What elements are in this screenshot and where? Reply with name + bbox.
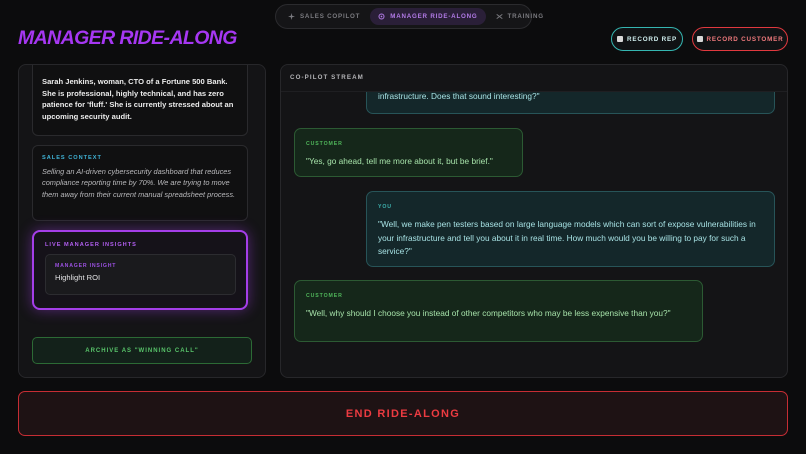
message-text: "Well, why should I choose you instead o… (306, 308, 671, 319)
copilot-stream-panel[interactable]: CO-PILOT STREAM infrastructure. Does tha… (280, 64, 788, 378)
persona-text: Sarah Jenkins, woman, CTO of a Fortune 5… (42, 77, 234, 121)
sales-context-text: Selling an AI-driven cybersecurity dashb… (42, 167, 236, 199)
mode-switcher: SALES COPILOT MANAGER RIDE-ALONG TRAININ… (275, 4, 543, 29)
live-insights-label: LIVE MANAGER INSIGHTS (45, 242, 137, 248)
tab-label: SALES COPILOT (300, 13, 361, 20)
tab-manager-ride-along[interactable]: MANAGER RIDE-ALONG (370, 8, 486, 25)
message-bubble-customer: CUSTOMER "Yes, go ahead, tell me more ab… (294, 128, 523, 177)
stop-square-icon (696, 36, 703, 42)
message-bubble-customer: CUSTOMER "Well, why should I choose you … (294, 280, 703, 342)
record-rep-button[interactable]: RECORD REP (611, 27, 683, 51)
live-insights-card: LIVE MANAGER INSIGHTS MANAGER INSIGHT Hi… (32, 230, 248, 310)
record-customer-label: RECORD CUSTOMER (706, 35, 784, 43)
sparkle-icon (288, 13, 295, 20)
shuffle-icon (495, 14, 503, 19)
tab-sales-copilot[interactable]: SALES COPILOT (280, 8, 368, 25)
record-rep-label: RECORD REP (627, 35, 677, 43)
sales-context-label: SALES CONTEXT (42, 155, 102, 161)
message-bubble-you: YOU "Well, we make pen testers based on … (366, 191, 775, 267)
record-customer-button[interactable]: RECORD CUSTOMER (692, 27, 788, 51)
page-title: MANAGER RIDE-ALONG (18, 27, 237, 49)
speaker-label: CUSTOMER (306, 293, 343, 299)
message-bubble-you: infrastructure. Does that sound interest… (366, 92, 775, 114)
gear-icon (378, 13, 385, 20)
stream-title: CO-PILOT STREAM (290, 74, 364, 81)
message-text: "Yes, go ahead, tell me more about it, b… (306, 156, 493, 167)
message-text: "Well, we make pen testers based on larg… (378, 219, 756, 257)
stop-square-icon (617, 36, 623, 42)
tab-training[interactable]: TRAINING (488, 8, 552, 25)
speaker-label: CUSTOMER (306, 141, 343, 147)
message-list[interactable]: infrastructure. Does that sound interest… (281, 92, 787, 377)
tab-label: MANAGER RIDE-ALONG (390, 13, 478, 20)
archive-winning-call-button[interactable]: ARCHIVE AS "WINNING CALL" (32, 337, 252, 364)
manager-insight-value: Highlight ROI (55, 273, 101, 282)
tab-label: TRAINING (507, 13, 544, 20)
manager-insight-item: MANAGER INSIGHT Highlight ROI (45, 254, 236, 295)
message-text: infrastructure. Does that sound interest… (378, 92, 540, 101)
manager-insight-label: MANAGER INSIGHT (55, 263, 117, 269)
briefing-panel[interactable]: Sarah Jenkins, woman, CTO of a Fortune 5… (18, 64, 266, 378)
persona-card: Sarah Jenkins, woman, CTO of a Fortune 5… (32, 65, 248, 136)
speaker-label: YOU (378, 204, 392, 210)
end-ride-along-button[interactable]: END RIDE-ALONG (18, 391, 788, 436)
sales-context-card: SALES CONTEXT Selling an AI-driven cyber… (32, 145, 248, 221)
